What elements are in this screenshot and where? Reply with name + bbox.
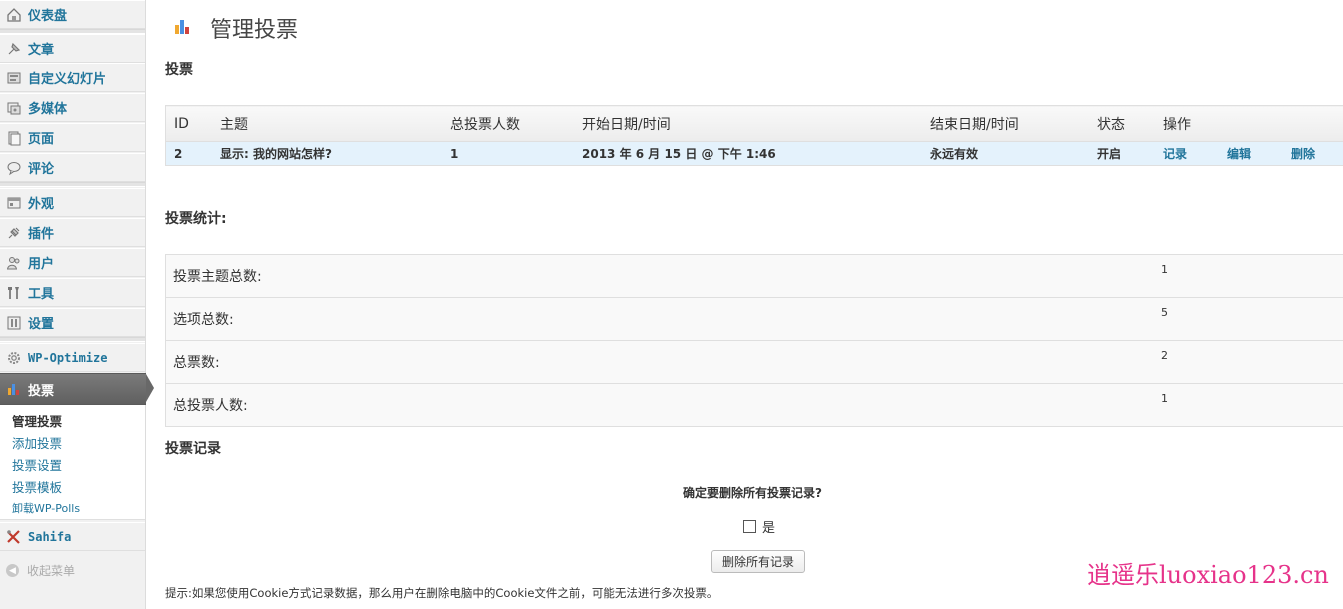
table-row: 投票主题总数: 1 [165, 254, 1343, 298]
sidebar-item-media[interactable]: 多媒体 [0, 93, 145, 122]
sidebar-item-label: 多媒体 [28, 102, 68, 117]
poll-chart-icon [6, 381, 22, 397]
menu-separator [0, 182, 145, 187]
sidebar-item-label: 设置 [28, 317, 55, 332]
sidebar-item-appearance[interactable]: 外观 [0, 188, 145, 217]
sidebar-item-label: 外观 [28, 197, 55, 212]
sidebar-item-plugins[interactable]: 插件 [0, 218, 145, 247]
sidebar-item-label: Sahifa [28, 529, 72, 544]
poll-start-date: 2013 年 6 月 15 日 @ 下午 1:46 [574, 141, 922, 166]
stat-value: 1 [1161, 254, 1343, 298]
stats-table: 投票主题总数: 1 选项总数: 5 总票数: 2 总投票人数: 1 [165, 254, 1343, 427]
poll-status: 开启 [1089, 141, 1155, 166]
column-header-start: 开始日期/时间 [574, 105, 922, 142]
polls-submenu: 管理投票 添加投票 投票设置 投票模板 卸载WP-Polls [0, 405, 145, 520]
table-row: 总票数: 2 [165, 340, 1343, 384]
sidebar-item-label: 页面 [28, 132, 55, 147]
collapse-arrow-icon: ◀ [6, 564, 19, 577]
table-row: 2 显示: 我的网站怎样? 1 2013 年 6 月 15 日 @ 下午 1:4… [165, 141, 1343, 166]
delete-confirm-question: 确定要删除所有投票记录? [683, 486, 822, 500]
appearance-icon [6, 195, 22, 211]
confirm-checkbox-label: 是 [762, 521, 776, 536]
submenu-uninstall[interactable]: 卸载WP-Polls [12, 500, 80, 516]
settings-icon [6, 315, 22, 331]
delete-all-logs-button[interactable]: 删除所有记录 [711, 550, 806, 573]
gear-icon [6, 350, 22, 366]
poll-chart-icon [175, 20, 189, 34]
sidebar-item-slides[interactable]: 自定义幻灯片 [0, 63, 145, 92]
column-header-id: ID [165, 105, 212, 142]
sidebar-item-polls[interactable]: 投票 [0, 373, 154, 405]
main-content: 管理投票 投票 ID 主题 总投票人数 开始日期/时间 结束日期/时间 状态 操… [165, 0, 1343, 609]
polls-section-heading: 投票 [165, 62, 193, 78]
page-title: 管理投票 [210, 18, 299, 43]
sidebar-item-label: 文章 [28, 43, 55, 58]
sidebar-item-label: 投票 [28, 383, 55, 399]
sidebar-item-posts[interactable]: 文章 [0, 34, 145, 63]
sidebar-item-label: WP-Optimize [28, 350, 108, 365]
submenu-poll-settings[interactable]: 投票设置 [12, 455, 62, 474]
wrench-icon [6, 529, 22, 545]
slides-icon [6, 70, 22, 86]
sidebar-item-label: 仪表盘 [28, 9, 68, 24]
sidebar-item-comments[interactable]: 评论 [0, 153, 145, 182]
sidebar-item-label: 用户 [28, 257, 55, 272]
dashboard-icon [6, 7, 22, 23]
confirm-checkbox-row[interactable]: 是 [743, 517, 775, 536]
stat-value: 5 [1161, 297, 1343, 341]
sidebar-item-users[interactable]: 用户 [0, 248, 145, 277]
cookie-tip-text: 提示:如果您使用Cookie方式记录数据，那么用户在删除电脑中的Cookie文件… [165, 586, 719, 600]
table-row: 总投票人数: 1 [165, 383, 1343, 427]
stats-section-heading: 投票统计: [165, 211, 227, 227]
tools-icon [6, 285, 22, 301]
comment-icon [6, 160, 22, 176]
menu-separator [0, 337, 145, 342]
table-header-row: ID 主题 总投票人数 开始日期/时间 结束日期/时间 状态 操作 [165, 105, 1343, 142]
plugin-icon [6, 225, 22, 241]
column-header-end: 结束日期/时间 [922, 105, 1089, 142]
poll-logs-link[interactable]: 记录 [1163, 147, 1187, 161]
submenu-manage-polls[interactable]: 管理投票 [12, 411, 62, 430]
polls-table: ID 主题 总投票人数 开始日期/时间 结束日期/时间 状态 操作 2 显示: … [165, 105, 1343, 166]
pushpin-icon [6, 41, 22, 57]
stat-value: 1 [1161, 383, 1343, 427]
stat-value: 2 [1161, 340, 1343, 384]
sidebar-item-label: 工具 [28, 287, 55, 302]
confirm-checkbox[interactable] [743, 520, 756, 533]
column-header-question: 主题 [212, 105, 442, 142]
sidebar-item-sahifa[interactable]: Sahifa [0, 522, 145, 551]
sidebar-item-pages[interactable]: 页面 [0, 123, 145, 152]
stat-label: 总票数: [165, 340, 1161, 384]
collapse-menu-label: 收起菜单 [27, 564, 76, 578]
column-header-actions: 操作 [1155, 105, 1343, 142]
column-header-total-voters: 总投票人数 [442, 105, 574, 142]
poll-edit-link[interactable]: 编辑 [1227, 147, 1251, 161]
media-icon [6, 100, 22, 116]
sidebar-item-label: 评论 [28, 162, 55, 177]
table-row: 选项总数: 5 [165, 297, 1343, 341]
poll-total-voters: 1 [442, 141, 574, 166]
sidebar-item-tools[interactable]: 工具 [0, 278, 145, 307]
poll-delete-link[interactable]: 删除 [1291, 147, 1315, 161]
sidebar-item-label: 插件 [28, 227, 55, 242]
users-icon [6, 255, 22, 271]
sidebar-item-dashboard[interactable]: 仪表盘 [0, 0, 145, 29]
logs-section-heading: 投票记录 [165, 441, 221, 457]
stat-label: 总投票人数: [165, 383, 1161, 427]
watermark-text: 逍遥乐luoxiao123.cn [1087, 561, 1329, 589]
submenu-poll-templates[interactable]: 投票模板 [12, 477, 62, 496]
poll-end-date: 永远有效 [922, 141, 1089, 166]
poll-id: 2 [165, 141, 212, 166]
stat-label: 选项总数: [165, 297, 1161, 341]
poll-question: 显示: 我的网站怎样? [212, 141, 442, 166]
admin-sidebar: 仪表盘 文章 自定义幻灯片 多媒体 页面 评论 外观 插件 用户 工具 设置 W… [0, 0, 154, 609]
stat-label: 投票主题总数: [165, 254, 1161, 298]
sidebar-item-label: 自定义幻灯片 [28, 72, 107, 87]
page-icon [6, 130, 22, 146]
submenu-add-poll[interactable]: 添加投票 [12, 433, 62, 452]
column-header-status: 状态 [1089, 105, 1155, 142]
sidebar-item-wp-optimize[interactable]: WP-Optimize [0, 343, 145, 372]
sidebar-item-settings[interactable]: 设置 [0, 308, 145, 337]
collapse-menu-button[interactable]: ◀ 收起菜单 [6, 562, 75, 579]
